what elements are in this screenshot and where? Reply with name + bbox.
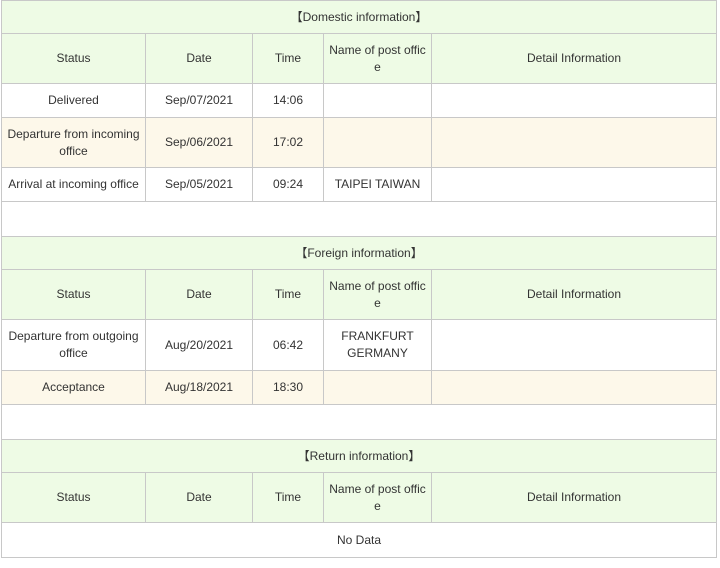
date-cell: Sep/05/2021 — [145, 167, 253, 202]
time-cell: 14:06 — [252, 83, 324, 118]
date-column-header: Date — [145, 269, 253, 320]
table-row: Delivered Sep/07/2021 14:06 — [1, 83, 718, 118]
detail-cell — [430, 117, 718, 168]
date-cell: Sep/07/2021 — [145, 83, 253, 118]
time-column-header: Time — [252, 269, 324, 320]
status-column-header: Status — [1, 269, 146, 320]
detail-column-header: Detail Information — [430, 269, 718, 320]
post-office-cell — [323, 83, 432, 118]
detail-cell — [430, 167, 718, 202]
post-office-cell — [323, 117, 432, 168]
time-cell: 18:30 — [252, 370, 324, 405]
no-data-message: No Data — [0, 522, 718, 558]
status-cell: Acceptance — [1, 370, 146, 405]
detail-column-header: Detail Information — [430, 33, 718, 84]
detail-cell — [430, 319, 718, 371]
time-cell: 09:24 — [252, 167, 324, 202]
detail-column-header: Detail Information — [430, 472, 718, 523]
time-column-header: Time — [252, 472, 324, 523]
section-spacer — [0, 201, 718, 237]
table-row: Arrival at incoming office Sep/05/2021 0… — [1, 167, 718, 202]
post-office-cell: TAIPEI TAIWAN — [323, 167, 432, 202]
status-column-header: Status — [1, 472, 146, 523]
return-section-title: 【Return information】 — [0, 439, 718, 473]
status-cell: Arrival at incoming office — [1, 167, 146, 202]
date-cell: Aug/20/2021 — [145, 319, 253, 371]
detail-cell — [430, 83, 718, 118]
time-cell: 06:42 — [252, 319, 324, 371]
post-office-column-header: Name of post office — [323, 33, 432, 84]
table-row: Departure from outgoing office Aug/20/20… — [1, 319, 718, 371]
tracking-table: 【Domestic information】 Status Date Time … — [0, 0, 718, 558]
post-office-cell — [323, 370, 432, 405]
foreign-section-title: 【Foreign information】 — [0, 236, 718, 270]
detail-cell — [430, 370, 718, 405]
post-office-column-header: Name of post office — [323, 472, 432, 523]
status-cell: Delivered — [1, 83, 146, 118]
post-office-cell: FRANKFURT GERMANY — [323, 319, 432, 371]
date-cell: Aug/18/2021 — [145, 370, 253, 405]
post-office-column-header: Name of post office — [323, 269, 432, 320]
status-column-header: Status — [1, 33, 146, 84]
time-column-header: Time — [252, 33, 324, 84]
status-cell: Departure from incoming office — [1, 117, 146, 168]
status-cell: Departure from outgoing office — [1, 319, 146, 371]
domestic-section-title: 【Domestic information】 — [0, 0, 718, 34]
date-column-header: Date — [145, 472, 253, 523]
section-spacer — [0, 404, 718, 440]
date-cell: Sep/06/2021 — [145, 117, 253, 168]
date-column-header: Date — [145, 33, 253, 84]
time-cell: 17:02 — [252, 117, 324, 168]
table-row: Acceptance Aug/18/2021 18:30 — [1, 370, 718, 405]
table-row: Departure from incoming office Sep/06/20… — [1, 117, 718, 168]
